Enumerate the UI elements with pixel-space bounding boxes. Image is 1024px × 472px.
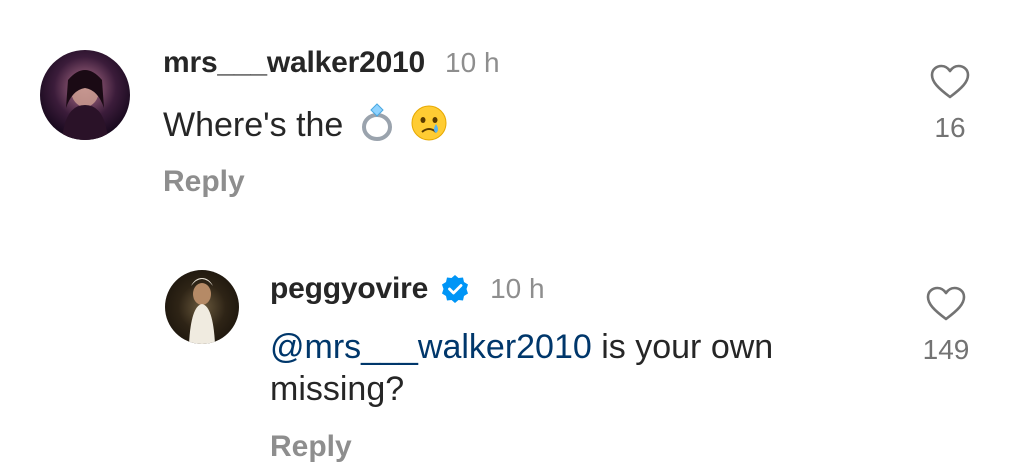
heart-icon[interactable] — [930, 64, 970, 100]
avatar[interactable] — [40, 50, 130, 140]
timestamp: 10 h — [490, 273, 545, 304]
avatar[interactable] — [165, 270, 239, 344]
username[interactable]: peggyovire — [270, 272, 428, 306]
reply-button[interactable]: Reply — [163, 165, 245, 199]
crying-face-emoji-icon — [410, 104, 448, 152]
like-control: 16 — [910, 64, 990, 144]
comment-header: peggyovire 10 h — [270, 268, 545, 306]
ring-emoji-icon — [359, 102, 395, 152]
comment-text: @mrs___walker2010 is your own missing? — [270, 326, 870, 410]
like-count: 149 — [922, 334, 970, 365]
verified-badge-icon — [440, 274, 470, 304]
heart-icon[interactable] — [926, 286, 966, 322]
username[interactable]: mrs___walker2010 — [163, 46, 425, 80]
like-count: 16 — [934, 112, 966, 143]
reply-button[interactable]: Reply — [270, 430, 352, 464]
timestamp: 10 h — [445, 47, 500, 78]
mention-link[interactable]: @mrs___walker2010 — [270, 328, 592, 366]
comment-body: Where's the — [163, 106, 344, 144]
comment-header: mrs___walker2010 10 h — [163, 46, 500, 80]
like-control: 149 — [906, 286, 986, 366]
comment-text: Where's the — [163, 102, 448, 152]
